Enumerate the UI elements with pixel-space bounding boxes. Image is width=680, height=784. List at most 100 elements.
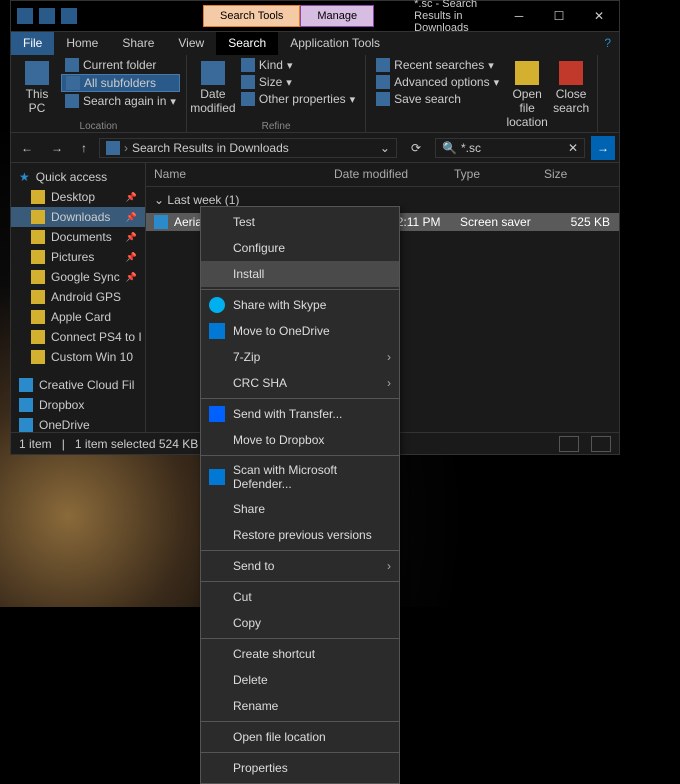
advanced-options-button[interactable]: Advanced options ▾ xyxy=(372,74,503,90)
label: Test xyxy=(233,215,255,229)
address-bar[interactable]: › Search Results in Downloads ⌄ xyxy=(99,138,397,158)
label: Desktop xyxy=(51,190,95,204)
menu-application-tools[interactable]: Application Tools xyxy=(278,32,392,55)
contextual-tab-search-tools[interactable]: Search Tools xyxy=(203,5,300,27)
menu-file[interactable]: File xyxy=(11,32,54,55)
context-menu-item[interactable]: Create shortcut xyxy=(201,641,399,667)
refresh-button[interactable]: ⟳ xyxy=(403,139,429,157)
recent-searches-button[interactable]: Recent searches ▾ xyxy=(372,57,503,73)
sidebar-item[interactable]: Downloads📌 xyxy=(11,207,145,227)
context-menu-item[interactable]: Install xyxy=(201,261,399,287)
clear-search-icon[interactable]: ✕ xyxy=(568,141,578,155)
context-menu-item[interactable]: Move to OneDrive xyxy=(201,318,399,344)
context-menu-item[interactable]: Send with Transfer... xyxy=(201,401,399,427)
size-button[interactable]: Size ▾ xyxy=(237,74,359,90)
label: Creative Cloud Fil xyxy=(39,378,134,392)
col-size[interactable]: Size xyxy=(536,163,596,186)
sidebar-item[interactable]: Android GPS xyxy=(11,287,145,307)
context-menu-item[interactable]: Properties xyxy=(201,755,399,781)
column-headers[interactable]: Name Date modified Type Size xyxy=(146,163,619,187)
minimize-button[interactable]: ─ xyxy=(499,1,539,31)
context-menu-item[interactable]: Move to Dropbox xyxy=(201,427,399,453)
col-type[interactable]: Type xyxy=(446,163,536,186)
sidebar-item[interactable]: OneDrive xyxy=(11,415,145,432)
sidebar-item[interactable]: Pictures📌 xyxy=(11,247,145,267)
help-icon[interactable]: ? xyxy=(596,32,619,55)
separator xyxy=(201,455,399,456)
col-date[interactable]: Date modified xyxy=(326,163,446,186)
menu-view[interactable]: View xyxy=(166,32,216,55)
forward-button[interactable]: → xyxy=(45,139,69,157)
sidebar-item[interactable]: Dropbox xyxy=(11,395,145,415)
thumbnails-view-button[interactable] xyxy=(591,436,611,452)
this-pc-button[interactable]: This PC xyxy=(17,57,57,119)
context-menu-item[interactable]: Open file location xyxy=(201,724,399,750)
folder-icon xyxy=(31,250,45,264)
context-menu-item[interactable]: Scan with Microsoft Defender... xyxy=(201,458,399,496)
details-view-button[interactable] xyxy=(559,436,579,452)
menu-share[interactable]: Share xyxy=(110,32,166,55)
kind-button[interactable]: Kind ▾ xyxy=(237,57,359,73)
context-menu-item[interactable]: Cut xyxy=(201,584,399,610)
back-button[interactable]: ← xyxy=(15,139,39,157)
search-folder-icon xyxy=(106,141,120,155)
share-icon xyxy=(209,501,225,517)
other-properties-button[interactable]: Other properties ▾ xyxy=(237,91,359,107)
blank-icon xyxy=(209,432,225,448)
qat-icon[interactable] xyxy=(61,8,77,24)
gear-icon xyxy=(376,75,390,89)
onedrive-icon xyxy=(209,323,225,339)
blank-icon xyxy=(209,214,225,230)
context-menu-item[interactable]: Restore previous versions xyxy=(201,522,399,548)
label: Kind xyxy=(259,58,283,72)
up-button[interactable]: ↑ xyxy=(75,139,93,157)
dropbox-icon xyxy=(209,406,225,422)
menu-search[interactable]: Search xyxy=(216,32,278,55)
context-menu-item[interactable]: Rename xyxy=(201,693,399,719)
label: Recent searches xyxy=(394,58,484,72)
current-folder-button[interactable]: Current folder xyxy=(61,57,180,73)
save-search-button[interactable]: Save search xyxy=(372,91,503,107)
context-menu-item[interactable]: Test xyxy=(201,209,399,235)
date-modified-button[interactable]: Date modified xyxy=(193,57,233,119)
titlebar[interactable]: Search Tools Manage *.sc - Search Result… xyxy=(11,1,619,31)
context-menu-item[interactable]: Share with Skype xyxy=(201,292,399,318)
sidebar-item[interactable]: Apple Card xyxy=(11,307,145,327)
sidebar[interactable]: ★ Quick access Desktop📌Downloads📌Documen… xyxy=(11,163,146,432)
contextual-tab-manage[interactable]: Manage xyxy=(300,5,374,27)
open-file-location-button[interactable]: Open file location xyxy=(507,57,547,133)
sidebar-item[interactable]: Desktop📌 xyxy=(11,187,145,207)
sidebar-item[interactable]: Connect PS4 to I xyxy=(11,327,145,347)
search-input[interactable]: 🔍 *.sc ✕ xyxy=(435,138,585,158)
menu-home[interactable]: Home xyxy=(54,32,110,55)
context-menu-item[interactable]: Share xyxy=(201,496,399,522)
label: Android GPS xyxy=(51,290,121,304)
qat-icon[interactable] xyxy=(39,8,55,24)
folder-icon xyxy=(65,58,79,72)
context-menu-item[interactable]: Delete xyxy=(201,667,399,693)
folder-icon xyxy=(31,270,45,284)
context-menu-item[interactable]: Copy xyxy=(201,610,399,636)
label: Open file location xyxy=(233,730,326,744)
context-menu-item[interactable]: Send to› xyxy=(201,553,399,579)
sidebar-item[interactable]: Creative Cloud Fil xyxy=(11,375,145,395)
close-search-button[interactable]: Close search xyxy=(551,57,591,119)
close-button[interactable]: ✕ xyxy=(579,1,619,31)
label: Move to OneDrive xyxy=(233,324,330,338)
col-name[interactable]: Name xyxy=(146,163,326,186)
sidebar-item[interactable]: Google Sync📌 xyxy=(11,267,145,287)
label: Save search xyxy=(394,92,461,106)
quick-access-header[interactable]: ★ Quick access xyxy=(11,167,145,187)
context-menu-item[interactable]: Configure xyxy=(201,235,399,261)
qat-icon[interactable] xyxy=(17,8,33,24)
context-menu-item[interactable]: CRC SHA› xyxy=(201,370,399,396)
search-go-button[interactable]: → xyxy=(591,136,615,160)
context-menu-item[interactable]: 7-Zip› xyxy=(201,344,399,370)
sidebar-item[interactable]: Custom Win 10 xyxy=(11,347,145,367)
search-again-button[interactable]: Search again in ▾ xyxy=(61,93,180,109)
all-subfolders-button[interactable]: All subfolders xyxy=(61,74,180,92)
maximize-button[interactable]: ☐ xyxy=(539,1,579,31)
blank-icon xyxy=(209,558,225,574)
sidebar-item[interactable]: Documents📌 xyxy=(11,227,145,247)
submenu-arrow-icon: › xyxy=(387,350,391,364)
